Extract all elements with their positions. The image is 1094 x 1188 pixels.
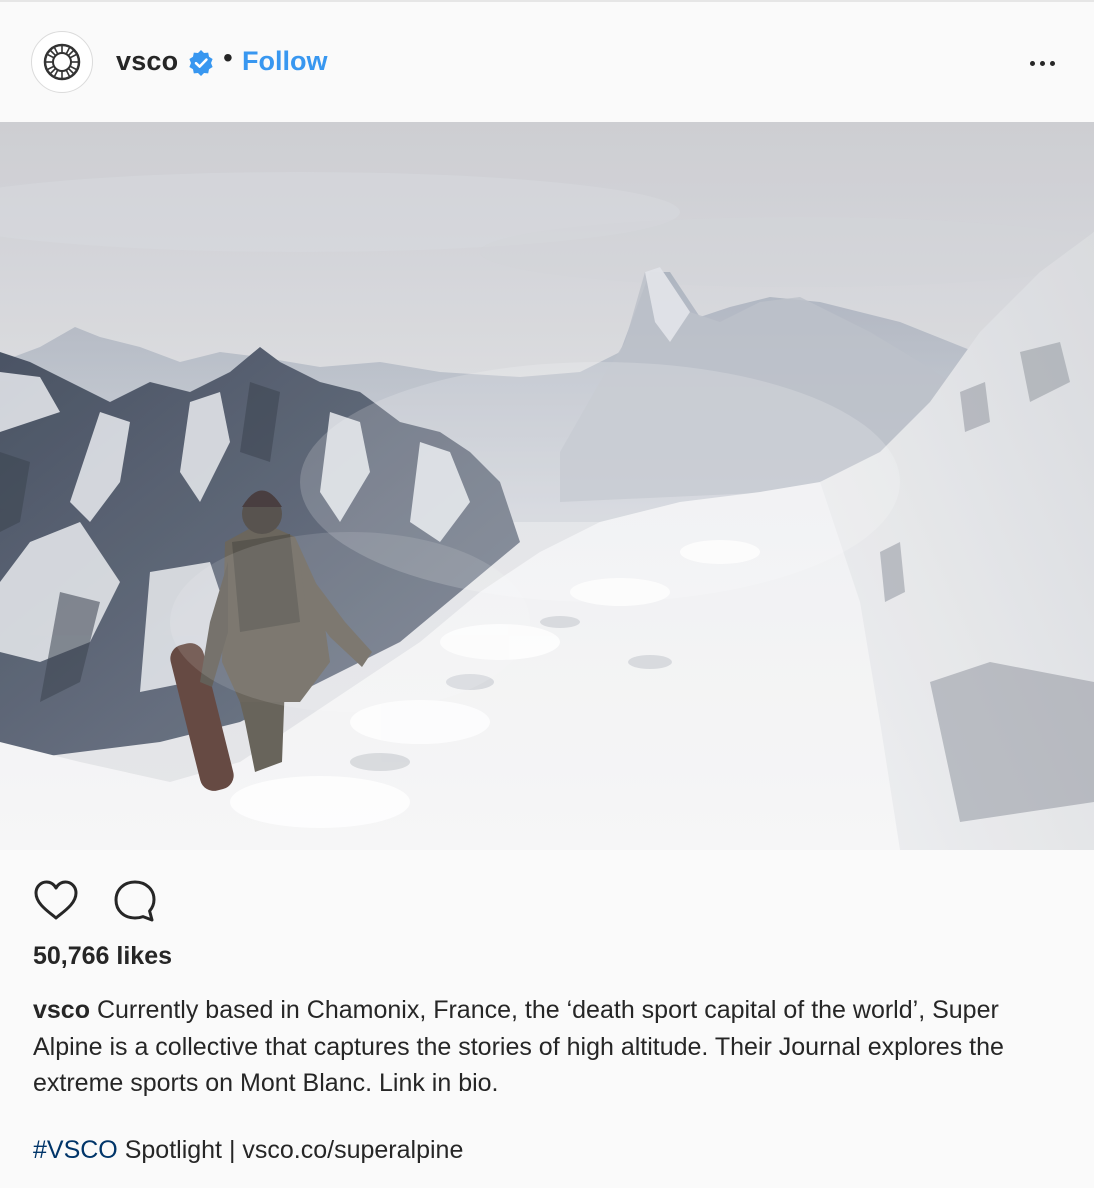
separator-dot: • xyxy=(223,42,233,73)
likes-count[interactable]: 50,766 likes xyxy=(33,942,172,971)
hashtag-link[interactable]: #VSCO xyxy=(33,1136,118,1164)
post-header: vsco • Follow xyxy=(0,2,1094,121)
heart-icon[interactable] xyxy=(31,876,81,926)
post-actions xyxy=(0,852,1094,942)
caption-footer: #VSCO Spotlight | vsco.co/superalpine xyxy=(33,1136,463,1165)
avatar[interactable] xyxy=(31,31,93,93)
comment-icon[interactable] xyxy=(110,876,160,926)
caption-username[interactable]: vsco xyxy=(33,996,90,1024)
post-caption: vsco Currently based in Chamonix, France… xyxy=(33,992,1043,1102)
username[interactable]: vsco xyxy=(116,46,178,77)
vsco-logo-icon xyxy=(43,43,81,81)
follow-button[interactable]: Follow xyxy=(242,46,327,77)
more-options-icon[interactable] xyxy=(1022,48,1062,78)
caption-text: Currently based in Chamonix, France, the… xyxy=(33,996,1004,1097)
verified-badge-icon xyxy=(189,50,213,76)
post-photo[interactable] xyxy=(0,122,1094,850)
mountain-photo-illustration xyxy=(0,122,1094,850)
spotlight-text: Spotlight | vsco.co/superalpine xyxy=(117,1136,464,1164)
